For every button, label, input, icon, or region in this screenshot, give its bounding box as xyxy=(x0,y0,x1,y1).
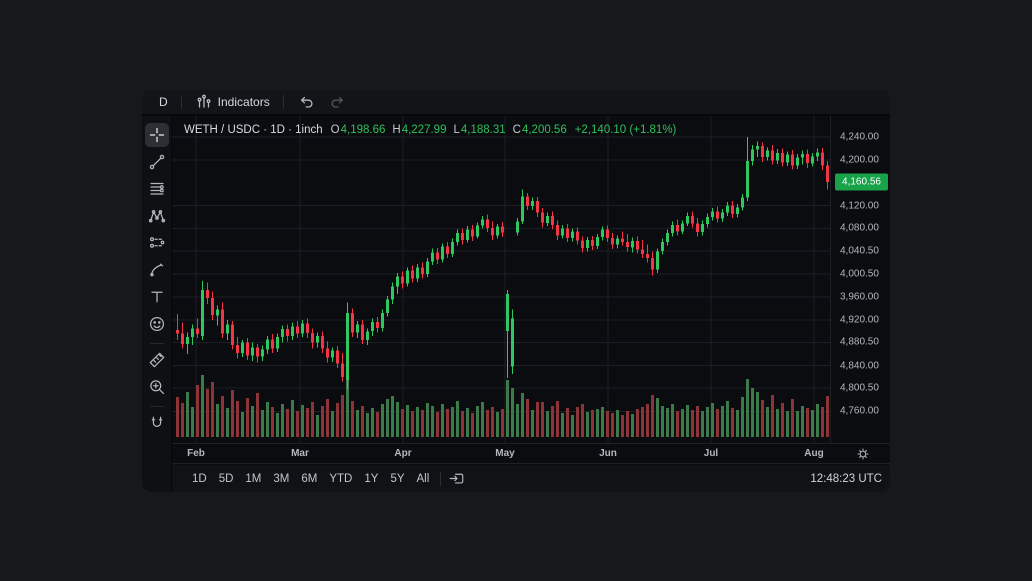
xabcd-pattern-icon xyxy=(148,207,166,225)
top-toolbar: D Indicators xyxy=(142,90,890,116)
trend-line-icon xyxy=(148,153,166,171)
price-tick: 4,840.00 xyxy=(840,360,879,371)
magnet-icon xyxy=(148,414,166,432)
tool-emoji[interactable] xyxy=(145,312,169,336)
indicators-icon xyxy=(195,93,213,111)
price-tick: 4,120.00 xyxy=(840,200,879,211)
price-tick: 3,960.00 xyxy=(840,291,879,302)
redo-button[interactable] xyxy=(322,91,354,113)
month-tick: Apr xyxy=(388,448,418,459)
price-tick: 4,080.00 xyxy=(840,223,879,234)
change-value: +2,140.10 (+1.81%) xyxy=(575,124,677,136)
clock: 12:48:23 UTC xyxy=(810,473,882,485)
undo-icon xyxy=(297,93,315,111)
chart-pane[interactable]: WETH / USDC · 1D · 1inch O4,198.66 H4,227… xyxy=(172,116,830,443)
chart-widget: D Indicators WETH / USDC · 1D · 1inch O4… xyxy=(142,90,890,492)
price-tick: 4,000.50 xyxy=(840,268,879,279)
range-button-ytd[interactable]: YTD xyxy=(323,470,358,488)
crosshair-icon xyxy=(148,126,166,144)
toolbar-divider xyxy=(440,472,441,486)
tool-crosshair[interactable] xyxy=(145,123,169,147)
ohlc-item: O4,198.66 xyxy=(331,124,386,136)
candlestick-chart[interactable] xyxy=(172,116,830,443)
range-buttons: 1D5D1M3M6MYTD1Y5YAll xyxy=(186,470,435,488)
price-tick: 4,200.00 xyxy=(840,154,879,165)
text-icon xyxy=(148,288,166,306)
month-tick: Jun xyxy=(593,448,623,459)
zoom-in-icon xyxy=(148,378,166,396)
ohlc-item: L4,188.31 xyxy=(453,124,505,136)
tool-magnet[interactable] xyxy=(145,411,169,435)
tool-text[interactable] xyxy=(145,285,169,309)
range-button-1d[interactable]: 1D xyxy=(186,470,213,488)
tool-xabcd-pattern[interactable] xyxy=(145,204,169,228)
range-button-6m[interactable]: 6M xyxy=(295,470,323,488)
redo-icon xyxy=(329,93,347,111)
undo-button[interactable] xyxy=(290,91,322,113)
tool-brush[interactable] xyxy=(145,258,169,282)
emoji-icon xyxy=(148,315,166,333)
month-tick: Jul xyxy=(696,448,726,459)
ohlc-item: H4,227.99 xyxy=(392,124,446,136)
month-tick: May xyxy=(490,448,520,459)
last-price-label: 4,160.56 xyxy=(835,174,888,191)
range-button-3m[interactable]: 3M xyxy=(267,470,295,488)
tool-trend-line[interactable] xyxy=(145,150,169,174)
indicators-label: Indicators xyxy=(218,95,270,109)
interval-button[interactable]: D xyxy=(152,93,175,111)
toolbar-divider xyxy=(181,95,182,109)
ohlc-values: O4,198.66 H4,227.99 L4,188.31 C4,200.56 xyxy=(331,124,567,136)
price-tick: 4,800.50 xyxy=(840,383,879,394)
price-tick: 4,760.00 xyxy=(840,406,879,417)
range-button-5d[interactable]: 5D xyxy=(213,470,240,488)
indicators-button[interactable]: Indicators xyxy=(188,91,277,113)
goto-date-icon xyxy=(448,470,465,487)
sidebar-divider xyxy=(150,343,164,344)
symbol-title: WETH / USDC · 1D · 1inch xyxy=(184,124,323,136)
ohlc-item: C4,200.56 xyxy=(513,124,567,136)
price-tick: 4,040.50 xyxy=(840,245,879,256)
range-button-all[interactable]: All xyxy=(411,470,436,488)
tool-ruler[interactable] xyxy=(145,348,169,372)
month-tick: Feb xyxy=(181,448,211,459)
chart-legend: WETH / USDC · 1D · 1inch O4,198.66 H4,227… xyxy=(184,124,676,136)
price-tick: 4,880.50 xyxy=(840,337,879,348)
drawing-toolbar-footer xyxy=(142,443,172,492)
tool-fib-retracement[interactable] xyxy=(145,177,169,201)
eye-icon xyxy=(148,484,166,492)
goto-date-button[interactable] xyxy=(446,469,466,489)
interval-label: D xyxy=(159,95,168,109)
price-tick: 4,240.00 xyxy=(840,132,879,143)
price-tick: 4,920.00 xyxy=(840,314,879,325)
ruler-icon xyxy=(148,351,166,369)
month-tick: Aug xyxy=(799,448,829,459)
range-button-1m[interactable]: 1M xyxy=(239,470,267,488)
range-button-1y[interactable]: 1Y xyxy=(358,470,384,488)
toolbar-divider xyxy=(283,95,284,109)
tool-zoom-in[interactable] xyxy=(145,375,169,399)
range-button-5y[interactable]: 5Y xyxy=(384,470,410,488)
tool-eye[interactable] xyxy=(145,481,169,492)
price-axis[interactable]: 4,240.00 4,200.00 4,120.00 4,080.00 4,040.50… xyxy=(830,116,890,443)
bottom-toolbar: 1D5D1M3M6MYTD1Y5YAll 12:48:23 UTC xyxy=(172,465,890,492)
sidebar-divider xyxy=(150,406,164,407)
axis-settings-gear-icon[interactable] xyxy=(855,446,873,464)
brush-icon xyxy=(148,261,166,279)
month-tick: Mar xyxy=(285,448,315,459)
time-axis[interactable]: Feb Mar Apr May Jun Jul Aug xyxy=(172,443,890,464)
tool-forecast[interactable] xyxy=(145,231,169,255)
forecast-icon xyxy=(148,234,166,252)
drawing-toolbar xyxy=(142,116,172,492)
fib-retracement-icon xyxy=(148,180,166,198)
